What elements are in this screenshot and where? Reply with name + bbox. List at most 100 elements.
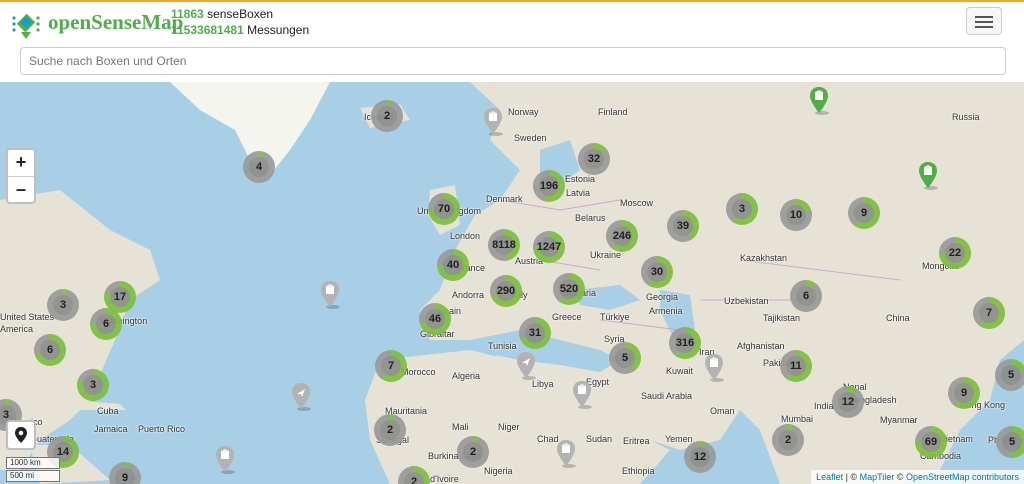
map-place-label: Tunisia bbox=[488, 341, 517, 351]
senseBox-cluster[interactable]: 46 bbox=[419, 303, 451, 335]
leaflet-link[interactable]: Leaflet bbox=[816, 472, 843, 482]
brand-title[interactable]: openSenseMap bbox=[48, 10, 183, 35]
senseBox-cluster[interactable]: 6 bbox=[34, 334, 66, 366]
cluster-count: 290 bbox=[496, 285, 516, 297]
senseBox-cluster[interactable]: 69 bbox=[915, 426, 947, 458]
senseBox-cluster[interactable]: 9 bbox=[948, 377, 980, 409]
cluster-count: 9 bbox=[121, 472, 129, 484]
senseBox-cluster[interactable]: 31 bbox=[519, 317, 551, 349]
senseBox-cluster[interactable]: 39 bbox=[667, 210, 699, 242]
mobile-senseBox-marker-icon[interactable] bbox=[515, 351, 537, 381]
inactive-senseBox-marker-icon[interactable] bbox=[703, 353, 725, 383]
map-place-label: Uzbekistan bbox=[724, 296, 769, 306]
senseBox-cluster[interactable]: 2 bbox=[398, 466, 430, 484]
senseBox-cluster[interactable]: 4 bbox=[243, 151, 275, 183]
opensensemap-logo-icon[interactable] bbox=[10, 8, 42, 40]
measurements-label: Messungen bbox=[247, 23, 310, 37]
senseBox-cluster[interactable]: 196 bbox=[533, 170, 565, 202]
menu-icon-bar bbox=[975, 26, 993, 28]
map-place-label: Ethiopia bbox=[622, 466, 655, 476]
map-place-label: Russia bbox=[952, 112, 980, 122]
map-place-label: Afghanistan bbox=[737, 341, 785, 351]
senseBox-cluster[interactable]: 316 bbox=[669, 327, 701, 359]
cluster-count: 2 bbox=[469, 446, 477, 458]
cluster-count: 31 bbox=[528, 327, 542, 339]
senseBox-cluster[interactable]: 9 bbox=[109, 462, 141, 484]
cluster-count: 5 bbox=[1008, 436, 1016, 448]
inactive-senseBox-marker-icon[interactable] bbox=[482, 107, 504, 137]
search-input[interactable] bbox=[20, 47, 1006, 75]
senseBox-cluster[interactable]: 1247 bbox=[533, 231, 565, 263]
cluster-count: 1247 bbox=[536, 241, 562, 253]
mobile-senseBox-marker-icon[interactable] bbox=[290, 382, 312, 412]
site-header: openSenseMap 11863 senseBoxen 1153368148… bbox=[0, 2, 1024, 83]
senseBox-cluster[interactable]: 10 bbox=[780, 199, 812, 231]
active-senseBox-marker-icon[interactable] bbox=[808, 86, 830, 116]
senseBox-cluster[interactable]: 70 bbox=[428, 193, 460, 225]
cluster-count: 6 bbox=[102, 318, 110, 330]
inactive-senseBox-marker-icon[interactable] bbox=[571, 380, 593, 410]
senseBox-cluster[interactable]: 12 bbox=[832, 386, 864, 418]
map-place-label: Moscow bbox=[620, 198, 654, 208]
senseBox-cluster[interactable]: 2 bbox=[371, 100, 403, 132]
map-place-label: Andorra bbox=[452, 290, 485, 300]
scale-km: 1000 km bbox=[6, 457, 60, 469]
senseBox-cluster[interactable]: 40 bbox=[437, 249, 469, 281]
senseBox-cluster[interactable]: 6 bbox=[790, 280, 822, 312]
zoom-out-button[interactable]: – bbox=[8, 177, 34, 203]
senseBox-cluster[interactable]: 3 bbox=[726, 193, 758, 225]
attribution-sep: © bbox=[894, 472, 906, 482]
active-senseBox-marker-icon[interactable] bbox=[917, 161, 939, 191]
map-place-label: India bbox=[814, 401, 834, 411]
cluster-count: 22 bbox=[948, 247, 962, 259]
senseBox-cluster[interactable]: 11 bbox=[780, 350, 812, 382]
senseBox-cluster[interactable]: 2 bbox=[374, 414, 406, 446]
maptiler-link[interactable]: MapTiler bbox=[860, 472, 895, 482]
senseBox-cluster[interactable]: 246 bbox=[606, 220, 638, 252]
map-place-label: Latvia bbox=[566, 188, 591, 198]
senseBox-cluster[interactable]: 32 bbox=[578, 143, 610, 175]
hamburger-menu-button[interactable] bbox=[966, 7, 1002, 35]
senseBox-cluster[interactable]: 8118 bbox=[488, 229, 520, 261]
cluster-count: 46 bbox=[428, 313, 442, 325]
senseBox-cluster[interactable]: 3 bbox=[47, 289, 79, 321]
cluster-count: 2 bbox=[784, 434, 792, 446]
inactive-senseBox-marker-icon[interactable] bbox=[555, 439, 577, 469]
cluster-count: 40 bbox=[446, 259, 460, 271]
senseBox-cluster[interactable]: 3 bbox=[77, 369, 109, 401]
map-place-label: Georgia bbox=[646, 292, 679, 302]
senseBox-cluster[interactable]: 5 bbox=[995, 359, 1024, 391]
senseBox-cluster[interactable]: 30 bbox=[641, 256, 673, 288]
map-place-label: Jamaica bbox=[94, 424, 128, 434]
senseBox-cluster[interactable]: 520 bbox=[553, 273, 585, 305]
locate-button[interactable] bbox=[6, 420, 36, 450]
zoom-in-button[interactable]: + bbox=[8, 150, 34, 177]
cluster-count: 12 bbox=[841, 396, 855, 408]
map-place-label: Kazakhstan bbox=[740, 253, 788, 263]
map-place-label: Algeria bbox=[452, 371, 481, 381]
cluster-count: 316 bbox=[675, 337, 695, 349]
senseBox-cluster[interactable]: 2 bbox=[772, 424, 804, 456]
map-place-label: London bbox=[450, 231, 481, 241]
senseBox-cluster[interactable]: 7 bbox=[973, 297, 1005, 329]
inactive-senseBox-marker-icon[interactable] bbox=[214, 445, 236, 475]
senseBox-cluster[interactable]: 2 bbox=[457, 436, 489, 468]
senseBox-cluster[interactable]: 6 bbox=[90, 308, 122, 340]
cluster-count: 3 bbox=[89, 379, 97, 391]
cluster-count: 196 bbox=[539, 180, 559, 192]
map-place-label: Tajikistan bbox=[763, 313, 801, 323]
cluster-count: 9 bbox=[860, 207, 868, 219]
senseBox-cluster[interactable]: 9 bbox=[848, 197, 880, 229]
senseBox-cluster[interactable]: 290 bbox=[490, 275, 522, 307]
map-place-label: Türkiye bbox=[600, 312, 630, 322]
senseBox-cluster[interactable]: 12 bbox=[684, 441, 716, 473]
osm-link[interactable]: OpenStreetMap contributors bbox=[906, 472, 1019, 482]
cluster-count: 8118 bbox=[492, 239, 516, 251]
cluster-count: 7 bbox=[387, 360, 395, 372]
senseBox-cluster[interactable]: 7 bbox=[375, 350, 407, 382]
map-view[interactable]: IcelandNorwayFinlandSwedenRussiaEstoniaL… bbox=[0, 82, 1024, 484]
senseBox-cluster[interactable]: 5 bbox=[996, 426, 1024, 458]
inactive-senseBox-marker-icon[interactable] bbox=[319, 280, 341, 310]
senseBox-cluster[interactable]: 5 bbox=[609, 342, 641, 374]
senseBox-cluster[interactable]: 22 bbox=[939, 237, 971, 269]
